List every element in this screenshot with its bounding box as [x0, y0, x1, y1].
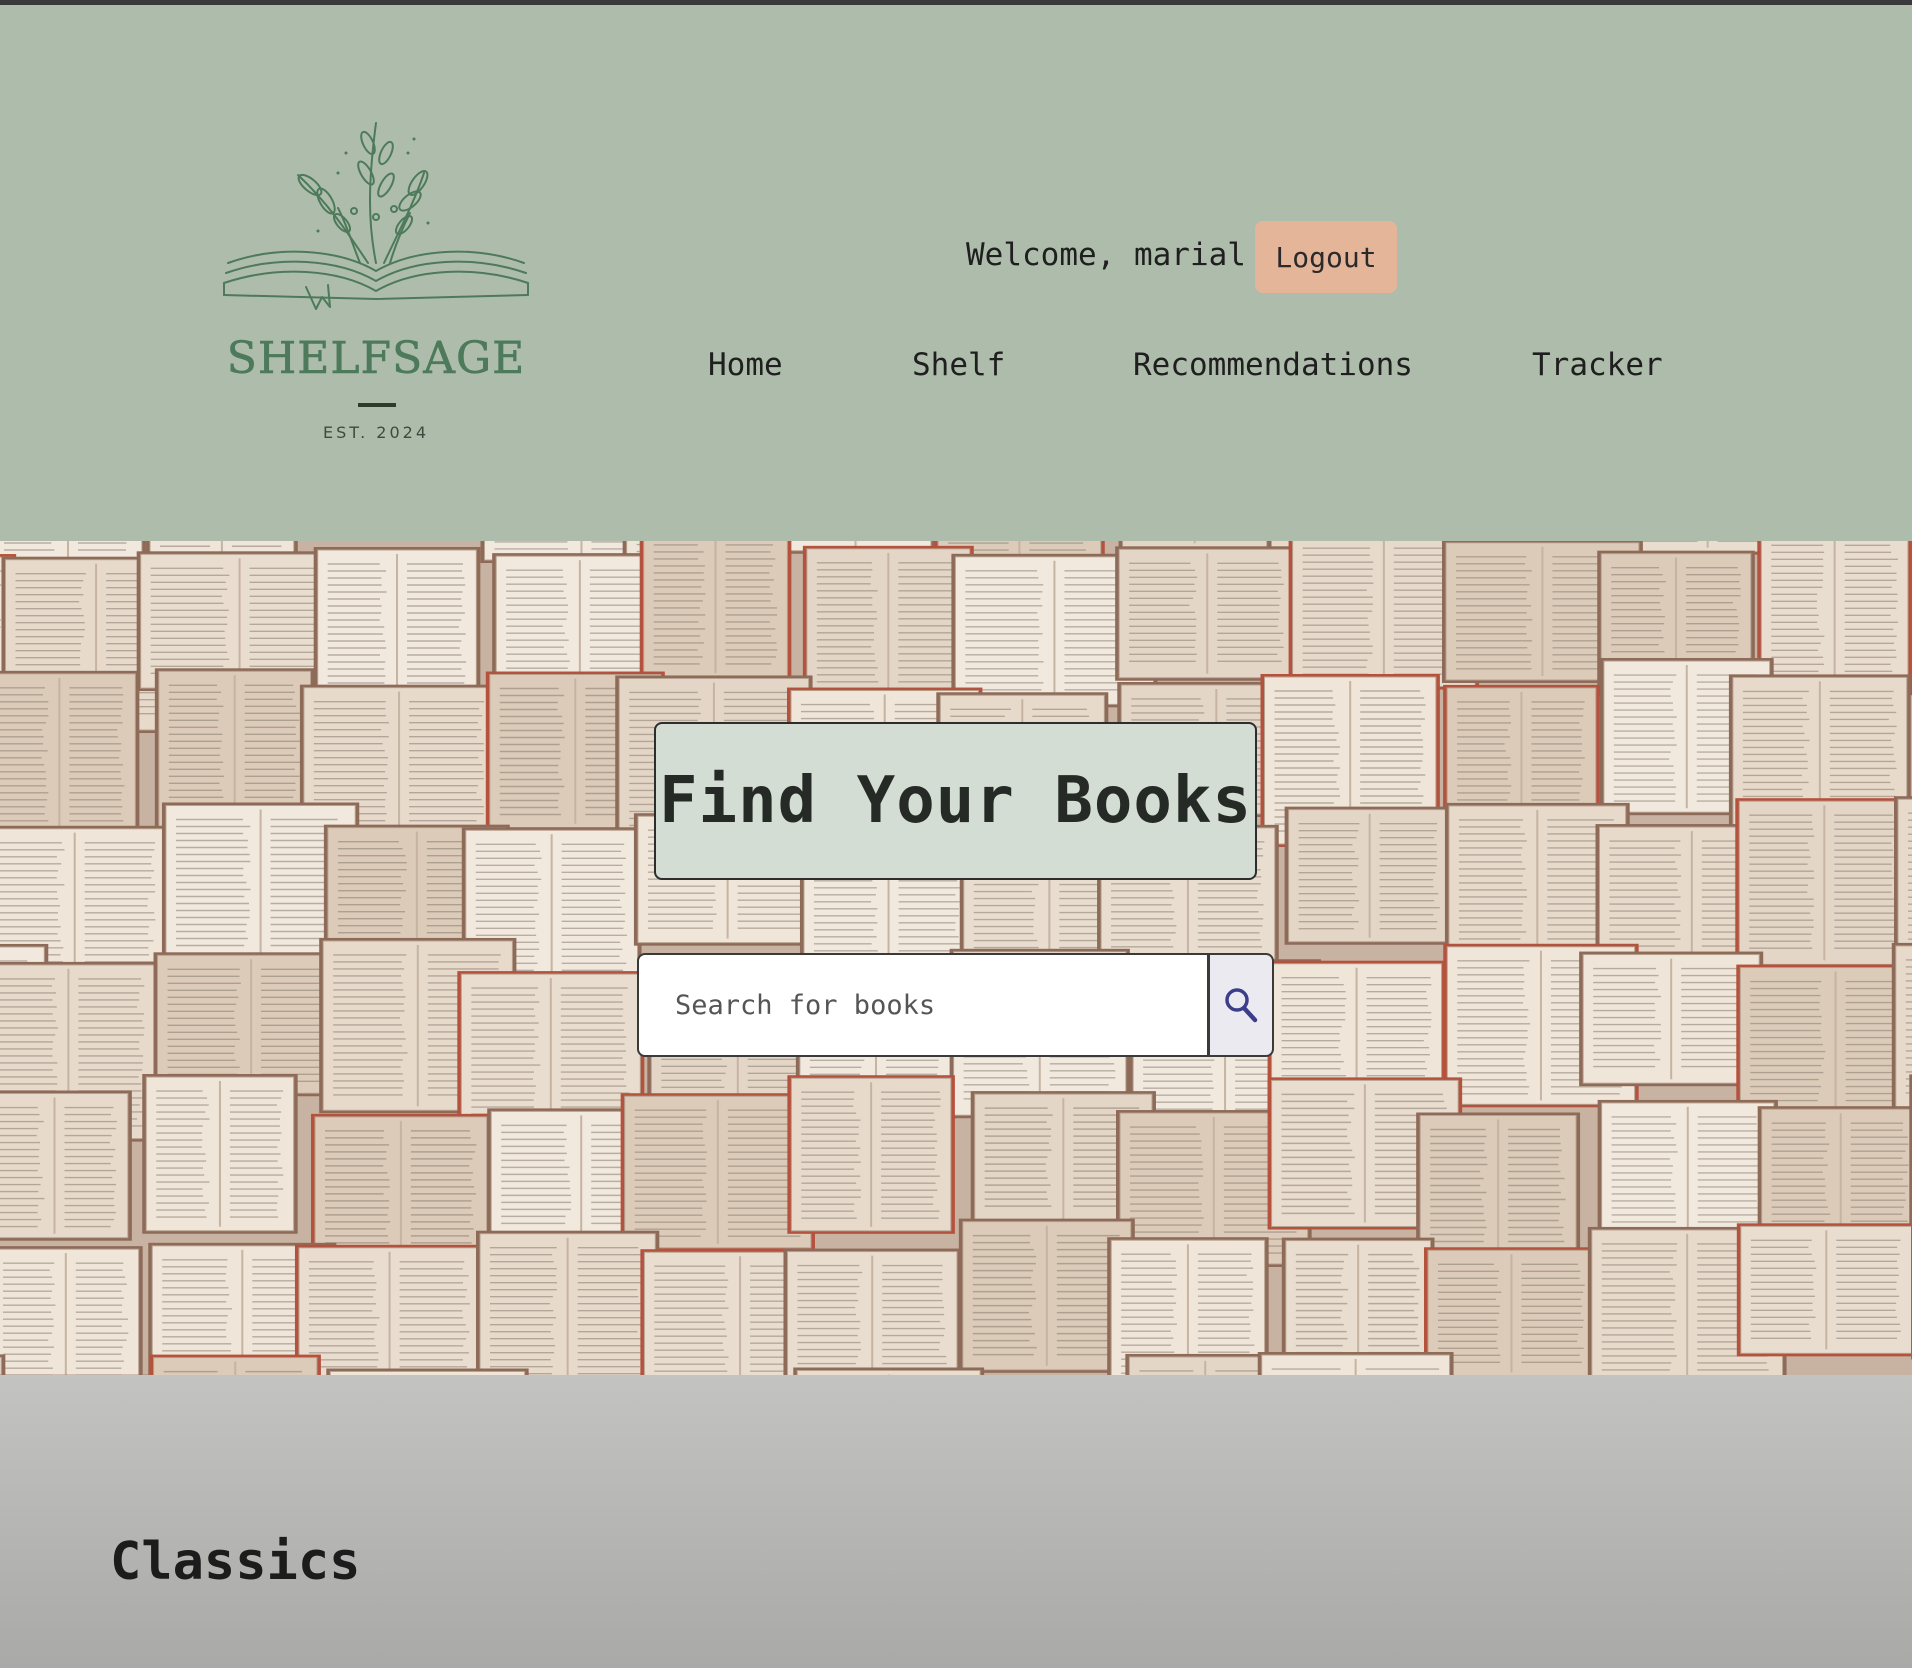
book-page: [787, 1075, 955, 1234]
book-page: [1736, 1223, 1912, 1357]
hero-title-box: Find Your Books: [654, 722, 1257, 880]
book-page: [294, 1244, 485, 1375]
search-icon: [1225, 988, 1258, 1023]
book-page: [1735, 798, 1912, 968]
search-bar: [637, 953, 1274, 1057]
book-page: [475, 1230, 660, 1375]
book-page: [0, 1246, 143, 1375]
book-page: [142, 1074, 298, 1234]
nav-shelf[interactable]: Shelf: [912, 347, 1005, 383]
book-page: [0, 1090, 132, 1241]
book-page: [0, 1354, 6, 1375]
book-page: [783, 1248, 961, 1375]
book-page: [149, 1354, 321, 1375]
search-input[interactable]: [637, 953, 1209, 1057]
logout-button[interactable]: Logout: [1255, 221, 1397, 293]
brand-divider: [358, 403, 396, 407]
brand-established: EST. 2024: [322, 423, 430, 442]
book-page: [1757, 541, 1912, 696]
section-title: Classics: [110, 1532, 361, 1592]
book-page: [620, 1093, 815, 1251]
book-page: [639, 541, 792, 681]
hero-title: Find Your Books: [659, 764, 1252, 838]
brand-logo[interactable]: SHELFSAGE EST. 2024: [218, 113, 534, 448]
classics-section: Classics: [0, 1375, 1912, 1668]
book-page: [1284, 806, 1455, 945]
site-header: SHELFSAGE EST. 2024 Welcome, marial Logo…: [0, 5, 1912, 541]
open-book-plant-icon: [223, 122, 529, 310]
book-page: [1257, 1352, 1454, 1375]
book-page: [1579, 951, 1764, 1087]
book-page: [1893, 796, 1912, 959]
brand-wordmark: SHELFSAGE: [226, 333, 526, 385]
book-page: [1736, 964, 1912, 1120]
search-button[interactable]: [1209, 953, 1274, 1057]
book-page: [0, 670, 140, 835]
nav-recommendations[interactable]: Recommendations: [1133, 347, 1413, 383]
book-page: [1115, 546, 1300, 681]
nav-home[interactable]: Home: [708, 347, 783, 383]
hero-banner: Find Your Books: [0, 541, 1912, 1375]
book-page: [1891, 942, 1912, 1112]
book-page: [793, 1367, 985, 1375]
nav-tracker[interactable]: Tracker: [1532, 347, 1663, 383]
welcome-message: Welcome, marial: [966, 237, 1246, 273]
